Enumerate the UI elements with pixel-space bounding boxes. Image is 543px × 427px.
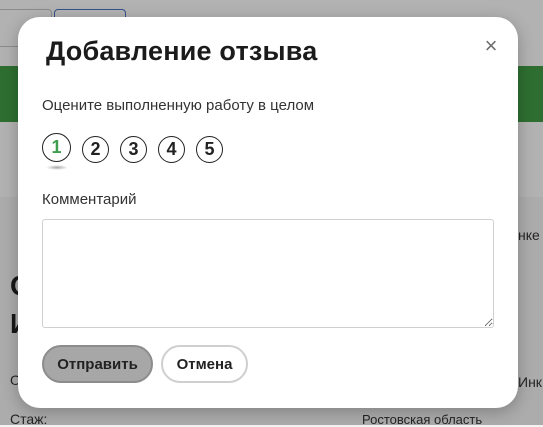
add-review-modal: Добавление отзыва × Оцените выполненную … bbox=[18, 17, 518, 408]
comment-label: Комментарий bbox=[42, 191, 137, 208]
rating-prompt: Оцените выполненную работу в целом bbox=[42, 97, 315, 114]
modal-title: Добавление отзыва bbox=[46, 36, 318, 66]
submit-button[interactable]: Отправить bbox=[42, 345, 153, 383]
rating-option-1[interactable]: 1 bbox=[42, 133, 71, 170]
rating-option-5[interactable]: 5 bbox=[196, 136, 223, 163]
cancel-button[interactable]: Отмена bbox=[161, 345, 248, 383]
rating-option-3[interactable]: 3 bbox=[120, 136, 147, 163]
rating-group: 1 2 3 4 5 bbox=[42, 133, 223, 170]
comment-textarea[interactable] bbox=[42, 219, 494, 328]
rating-option-4[interactable]: 4 bbox=[158, 136, 185, 163]
close-icon[interactable]: × bbox=[482, 35, 500, 57]
rating-option-2[interactable]: 2 bbox=[82, 136, 109, 163]
